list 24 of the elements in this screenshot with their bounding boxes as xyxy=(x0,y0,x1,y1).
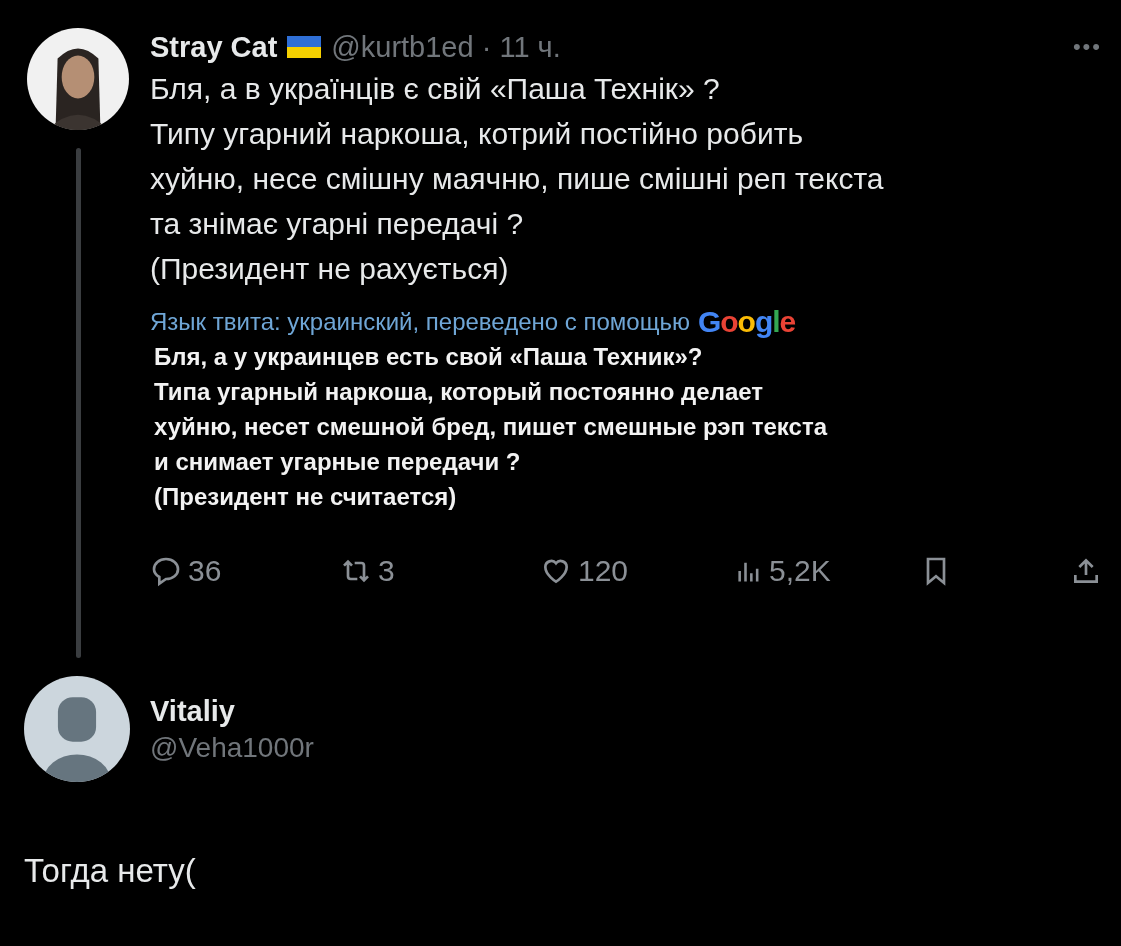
translated-text: Типа угарный наркоша, который постоянно делает xyxy=(153,377,764,407)
tweet-text: та знімає угарні передачі ? xyxy=(150,206,525,242)
views-button[interactable]: 5,2K xyxy=(735,554,831,588)
author-name[interactable]: Vitaliy xyxy=(150,694,314,728)
author-name[interactable]: Stray Cat xyxy=(150,30,278,64)
comment-icon xyxy=(150,555,182,587)
like-button[interactable]: 120 xyxy=(540,554,629,588)
repost-button[interactable]: 3 xyxy=(340,554,395,588)
flag-icon xyxy=(287,36,322,58)
translated-text: (Президент не считается) xyxy=(153,482,458,512)
reply-button[interactable]: 36 xyxy=(150,554,222,588)
google-logo: Google xyxy=(697,305,796,339)
translated-text: Бля, а у украинцев есть свой «Паша Техник»? xyxy=(153,342,704,372)
more-button[interactable]: ••• xyxy=(1072,34,1102,60)
author-handle[interactable]: @kurtb1ed · 11 ч. xyxy=(331,30,561,64)
translation-note: Язык твита: украинский, переведено с помощью xyxy=(150,308,690,336)
author-handle[interactable]: @Veha1000r xyxy=(150,731,314,764)
translated-text: и снимает угарные передачи ? xyxy=(153,447,522,477)
tweet-text: Бля, а в українців є свій «Паша Технік» ? xyxy=(150,71,721,107)
tweet-text: Типу угарний наркоша, котрий постійно робить xyxy=(150,116,805,152)
translated-text: хуйню, несет смешной бред, пишет смешные рэп текста xyxy=(153,412,829,442)
tweet-text: (Президент не рахується) xyxy=(150,251,510,287)
tweet-text: хуйню, несе смішну маячню, пише смішні реп текста xyxy=(150,161,885,197)
reply-text: Тогда нету( xyxy=(23,851,197,890)
